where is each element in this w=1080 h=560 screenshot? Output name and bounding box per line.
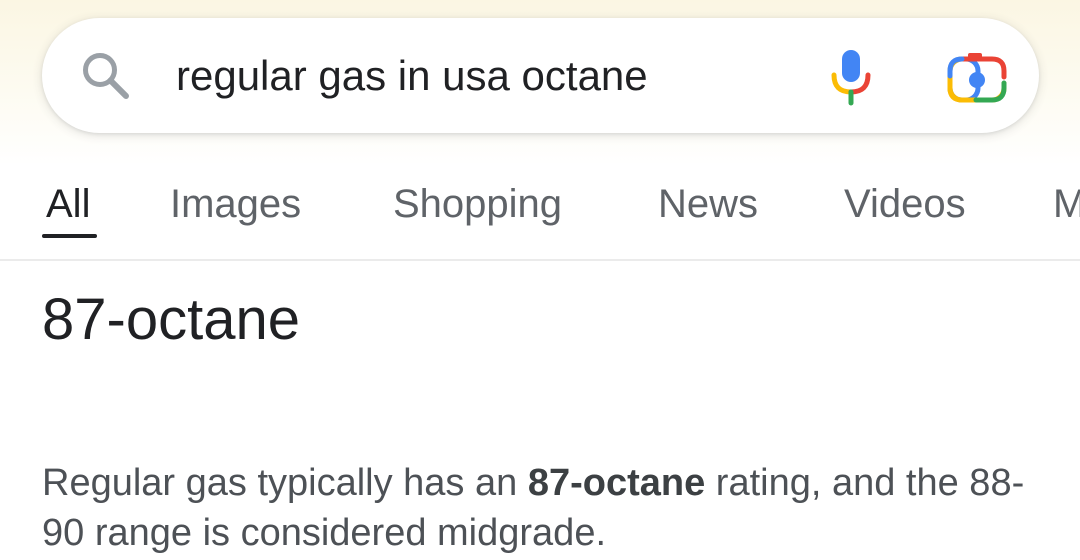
search-icon[interactable]	[80, 50, 132, 102]
tab-more[interactable]: M	[1053, 179, 1080, 229]
snippet-highlight: 87-octane	[527, 462, 706, 504]
featured-answer: 87-octane	[42, 287, 300, 352]
camera-lens-icon[interactable]	[946, 50, 1008, 104]
active-tab-indicator	[42, 234, 97, 238]
search-input[interactable]: regular gas in usa octane	[176, 48, 648, 104]
featured-snippet: Regular gas typically has an 87-octane r…	[42, 458, 1052, 558]
tab-shopping[interactable]: Shopping	[393, 179, 562, 229]
tabs-divider	[0, 259, 1080, 261]
snippet-text-start: Regular gas typically has an	[42, 462, 528, 504]
microphone-icon[interactable]	[828, 48, 874, 106]
tab-all[interactable]: All	[46, 179, 90, 229]
tab-videos[interactable]: Videos	[844, 179, 966, 229]
search-tabs: All Images Shopping News Videos M	[0, 165, 1080, 260]
tab-news[interactable]: News	[658, 179, 758, 229]
tab-images[interactable]: Images	[170, 179, 301, 229]
